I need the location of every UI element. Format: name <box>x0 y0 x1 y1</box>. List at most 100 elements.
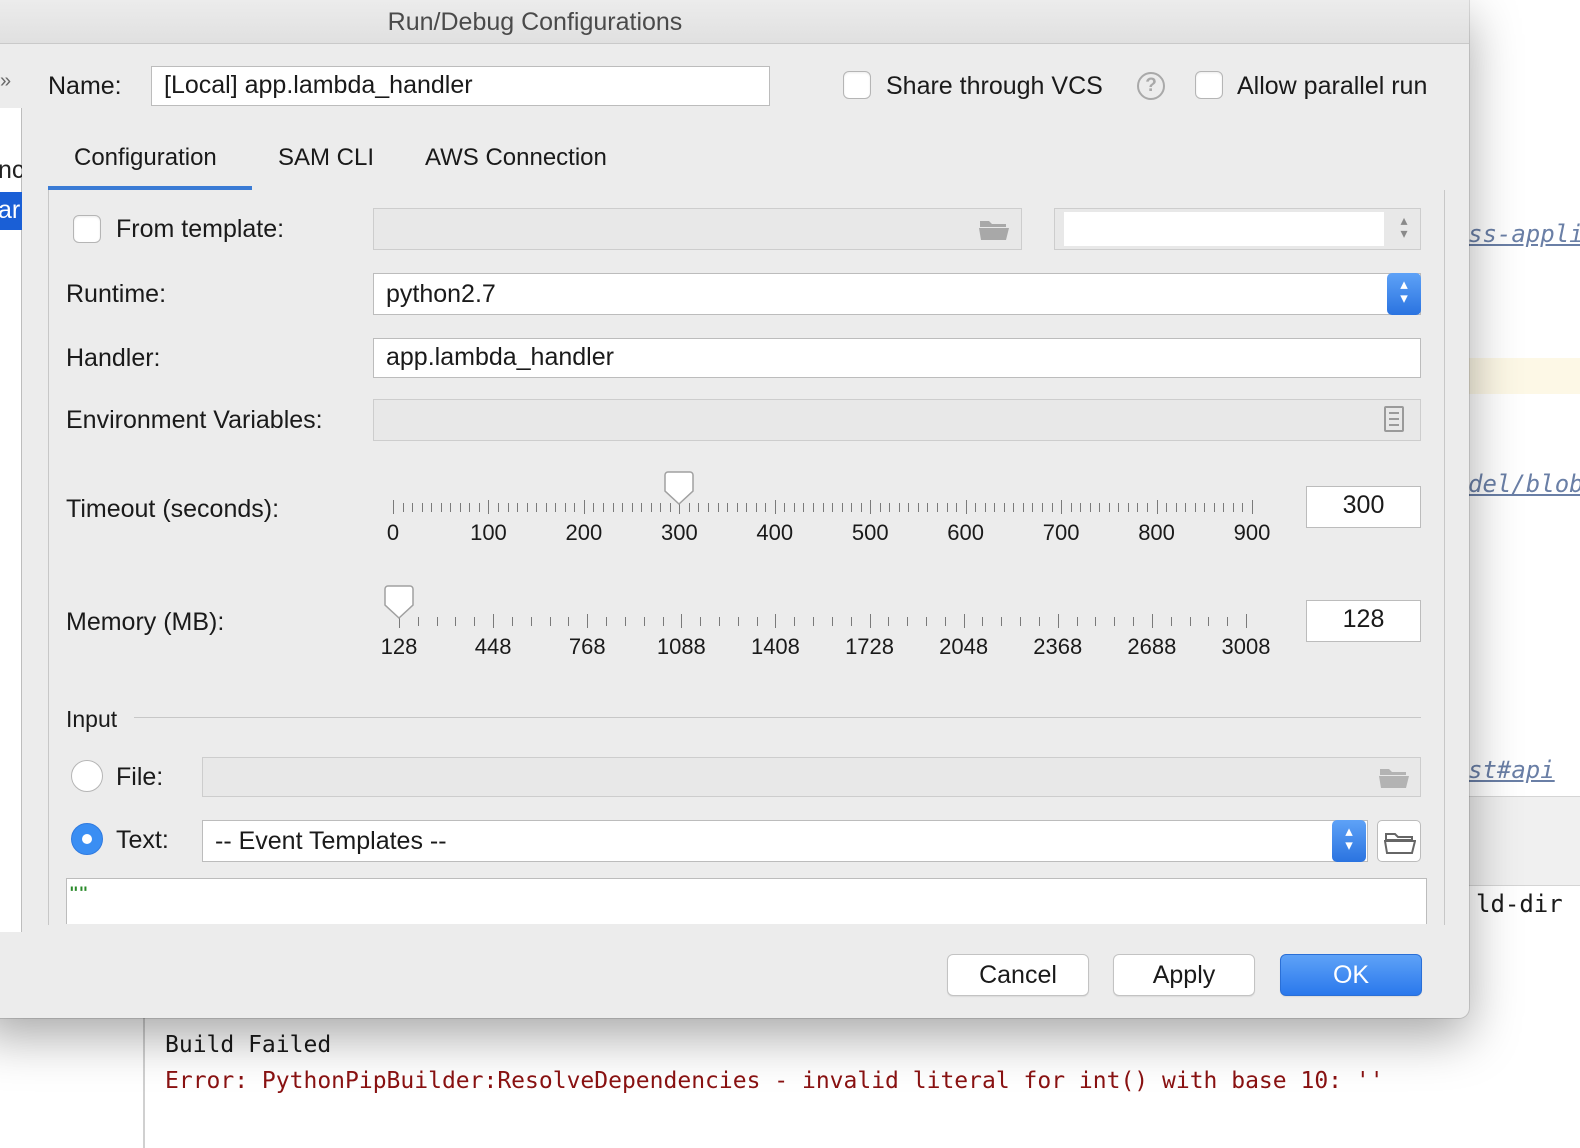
slider-minor-tick <box>641 503 643 512</box>
file-radio[interactable] <box>71 760 103 792</box>
apply-button[interactable]: Apply <box>1113 954 1255 996</box>
share-vcs-checkbox[interactable] <box>843 71 871 99</box>
expand-chevron-icon[interactable]: » <box>0 70 11 93</box>
slider-minor-tick <box>908 503 910 512</box>
tab-aws-connection[interactable]: AWS Connection <box>425 144 607 172</box>
editor-background-strip <box>1468 0 1580 1148</box>
slider-minor-tick <box>994 503 996 512</box>
edit-env-vars-icon[interactable] <box>1384 406 1404 432</box>
slider-minor-tick <box>536 503 538 512</box>
slider-minor-tick <box>917 503 919 512</box>
slider-thumb[interactable] <box>384 584 414 620</box>
slider-major-tick <box>963 614 965 628</box>
slider-minor-tick <box>755 503 757 512</box>
slider-major-tick <box>681 614 683 628</box>
allow-parallel-label: Allow parallel run <box>1237 72 1428 100</box>
cancel-button[interactable]: Cancel <box>947 954 1089 996</box>
background-link-1[interactable]: ss-appli <box>1468 220 1580 248</box>
slider-minor-tick <box>507 503 509 512</box>
tree-item-partial[interactable]: nc <box>0 156 22 185</box>
folder-icon[interactable] <box>978 217 1010 241</box>
event-templates-select[interactable]: -- Event Templates -- <box>202 820 1368 862</box>
ok-button[interactable]: OK <box>1280 954 1422 996</box>
slider-minor-tick <box>1133 617 1135 626</box>
slider-major-tick <box>1252 500 1253 514</box>
highlighted-line <box>1468 358 1580 394</box>
share-vcs-label: Share through VCS <box>886 72 1103 100</box>
slider-minor-tick <box>850 617 852 626</box>
slider-minor-tick <box>1042 503 1044 512</box>
slider-thumb[interactable] <box>664 470 695 506</box>
run-debug-configurations-dialog: Run/Debug Configurations » nc ar Name: [… <box>0 0 1469 1018</box>
tree-item-selected[interactable]: ar <box>0 192 22 230</box>
help-icon[interactable]: ? <box>1137 72 1165 100</box>
event-text-editor[interactable]: "" <box>66 878 1427 924</box>
env-vars-label: Environment Variables: <box>66 406 323 434</box>
runtime-select[interactable]: python2.7 <box>373 273 1421 315</box>
template-resource-field <box>1064 212 1384 246</box>
slider-major-tick <box>774 500 776 514</box>
slider-tick-label: 300 <box>660 520 698 545</box>
slider-minor-tick <box>927 503 929 512</box>
slider-minor-tick <box>937 503 939 512</box>
template-path-input[interactable] <box>373 208 1022 250</box>
allow-parallel-checkbox[interactable] <box>1195 71 1223 99</box>
slider-minor-tick <box>831 617 833 626</box>
slider-minor-tick <box>1208 617 1210 626</box>
slider-minor-tick <box>888 617 890 626</box>
slider-minor-tick <box>956 503 958 512</box>
slider-minor-tick <box>765 503 767 512</box>
tab-sam-cli[interactable]: SAM CLI <box>278 144 374 172</box>
folder-icon[interactable] <box>1378 765 1410 789</box>
memory-value-input[interactable]: 128 <box>1306 600 1421 642</box>
spinner-arrows-icon[interactable]: ▴ ▾ <box>1394 213 1414 244</box>
slider-minor-tick <box>1001 617 1003 626</box>
name-input[interactable]: [Local] app.lambda_handler <box>151 66 770 106</box>
input-section-divider <box>134 717 1421 718</box>
slider-tick-label: 1088 <box>656 634 706 659</box>
slider-tick-label: 900 <box>1233 520 1271 545</box>
slider-minor-tick <box>412 503 414 512</box>
slider-minor-tick <box>1114 617 1116 626</box>
env-vars-input[interactable] <box>373 399 1421 441</box>
slider-minor-tick <box>417 617 419 626</box>
slider-minor-tick <box>944 617 946 626</box>
slider-minor-tick <box>606 617 608 626</box>
slider-tick-label: 2048 <box>939 634 989 659</box>
dialog-titlebar[interactable]: Run/Debug Configurations <box>0 0 1469 44</box>
slider-minor-tick <box>756 617 758 626</box>
slider-tick-label: 500 <box>851 520 889 545</box>
console-error-message: Error: PythonPipBuilder:ResolveDependenc… <box>165 1068 1384 1094</box>
slider-minor-tick <box>440 503 442 512</box>
slider-minor-tick <box>1108 503 1110 512</box>
open-event-file-button[interactable] <box>1377 820 1421 862</box>
slider-minor-tick <box>436 617 438 626</box>
runtime-dropdown-arrows-icon[interactable]: ▴ ▾ <box>1387 273 1421 315</box>
background-link-2[interactable]: del/blob <box>1468 470 1580 498</box>
slider-minor-tick <box>1147 503 1148 512</box>
from-template-checkbox[interactable] <box>73 215 101 243</box>
tab-configuration[interactable]: Configuration <box>74 144 217 172</box>
slider-minor-tick <box>474 617 476 626</box>
slider-minor-tick <box>1170 617 1172 626</box>
slider-minor-tick <box>631 503 633 512</box>
runtime-label: Runtime: <box>66 280 167 308</box>
handler-input[interactable]: app.lambda_handler <box>373 338 1421 378</box>
slider-minor-tick <box>1032 503 1034 512</box>
slider-tick-label: 0 <box>386 520 400 545</box>
slider-tick-label: 3008 <box>1221 634 1271 659</box>
slider-minor-tick <box>1038 617 1040 626</box>
slider-minor-tick <box>593 503 595 512</box>
name-label: Name: <box>48 72 122 100</box>
slider-tick-label: 400 <box>756 520 794 545</box>
text-radio[interactable] <box>71 823 103 855</box>
input-file-path[interactable] <box>202 757 1421 797</box>
slider-minor-tick <box>1003 503 1005 512</box>
slider-minor-tick <box>1051 503 1053 512</box>
timeout-value-input[interactable]: 300 <box>1306 486 1421 528</box>
slider-minor-tick <box>813 617 815 626</box>
slider-tick-label: 768 <box>568 634 606 659</box>
background-link-3[interactable]: st#api <box>1468 756 1555 784</box>
slider-minor-tick <box>1070 503 1072 512</box>
event-templates-dropdown-arrows-icon[interactable]: ▴ ▾ <box>1332 820 1366 862</box>
